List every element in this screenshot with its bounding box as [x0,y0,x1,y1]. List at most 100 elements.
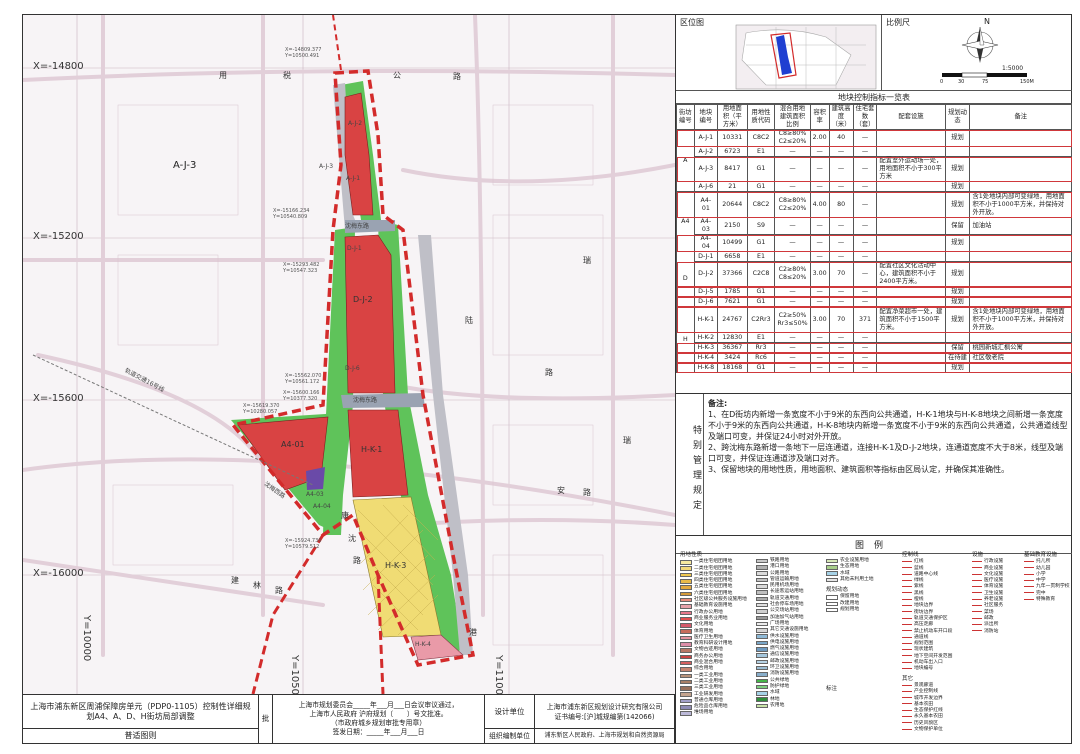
legend-swatch [902,636,912,640]
cell-area: 18168 [717,362,748,373]
legend-swatch [680,705,692,710]
cell-note [969,129,1072,147]
cell-units: — [852,342,878,353]
legend-swatch [902,598,912,602]
legend-mark-col: 标注 [826,686,837,693]
cell-dyn: 规划 [944,362,971,373]
legend-swatch [902,567,912,570]
table-row[interactable]: D-J-5 1785 G1— — — — 规划 [676,286,1072,297]
parcel-hk3[interactable]: H-K-3 [385,561,406,570]
table-row[interactable]: A A-J-1 10331 C8C2 C8≥80% C2≤20% 2.00 40— 规划 [676,129,1072,192]
cell-units: — [852,362,878,373]
legend-swatch [972,560,982,564]
scale-box: 比例尺 N 1:5000 0 30 75 150M [882,15,1072,91]
cell-h: — [828,342,854,353]
cell-dyn: 保留 [944,217,971,235]
cell-block: D [676,251,695,307]
table-row[interactable]: H-K-3 36367 Rr3— — — — 保留 桃园新城汇枫公寓 [676,342,1072,353]
scale-tick-0: 0 [940,79,944,85]
table-row[interactable]: A-J-3 8417 G1— — — — 配置室外运动场一处，用地面积不小于300平方米 规划 [676,156,1072,182]
legend-swatch [680,610,692,616]
legend-swatch [756,691,768,696]
table-row[interactable]: D-J-6 7621 G1— — — — 规划 [676,296,1072,307]
parcel-a4-04[interactable]: A4-04 [313,503,331,510]
legend-swatch [972,611,982,614]
cell-area: 10499 [717,234,748,252]
parcel-aj3-west[interactable]: A-J-3 [173,160,196,171]
parcel-dj6[interactable]: D-J-6 [345,365,360,372]
parcel-hk1[interactable]: H-K-1 [361,445,382,454]
cell-code: C8C2 [746,191,776,218]
cell-note [969,261,1072,287]
cell-fac [876,234,946,252]
table-row[interactable]: A4 A4-01 20644 C8C2 C8≥80% C2≤20% 4.00 80— 规划 含1… [676,191,1072,252]
road-ruian-2: 安 [557,486,565,495]
legend-label: 特殊教育 [1036,597,1056,603]
cell-area: 6658 [717,251,748,262]
cell-note: 桃园新城汇枫公寓 [969,342,1072,353]
th-far: 容积率 [809,104,830,130]
th-dynamic: 规划动态 [944,104,971,130]
parcel-aj2[interactable]: A-J-2 [348,120,362,127]
cell-note: 含1处地块内部可变绿地，用地面积不小于1000平方米，并保持对外开放。 [969,306,1072,333]
cell-far: — [809,234,830,252]
parcel-hk4[interactable]: H-K-4 [415,641,431,648]
legend-facility-col: 设施 行政设施 商业设施 文化设施 医疗设施 体育设施 卫生设施 养老设施 社区服务 菜场 邮政派… [972,552,1003,635]
cell-id: H-K-2 [693,332,719,343]
cell-h: — [828,362,854,373]
cell-note [969,181,1072,192]
cell-dyn: 规划 [944,156,971,182]
legend-swatch [1024,579,1034,583]
cell-far: — [809,146,830,157]
cell-code: G1 [746,181,776,192]
parcel-aj1[interactable]: A-J-1 [346,175,360,182]
cell-area: 12830 [717,332,748,343]
cell-area: 7621 [717,296,748,307]
legend-swatch [826,595,838,600]
cell-code: G1 [746,362,776,373]
legend-swatch [756,697,768,702]
table-row[interactable]: D D-J-1 6658 E1— — — — [676,251,1072,307]
table-row[interactable]: A-J-2 6723 E1— — — — [677,146,1072,157]
coord-label-1: X=-14809.377 Y=10500.491 [285,47,322,59]
legend-swatch [756,634,768,639]
cell-h: 40 [828,129,854,147]
cell-dyn [944,332,971,343]
table-row[interactable]: H-K-8 18168 G1— — — — 规划 [676,362,1072,373]
legend-swatch [826,577,838,583]
parcel-a4-01[interactable]: A4-01 [281,440,305,449]
info-panel: 区位图 比例尺 N 1:5000 0 30 75 150M 地块控制指标一览表 … [675,15,1072,743]
parcel-dj2[interactable]: D-J-2 [353,295,373,304]
design-unit-box: 上海市浦东新区规划设计研究有限公司 证书编号:[沪]城规编第(142066) [535,695,675,729]
legend-swatch [680,642,692,647]
parcel-aj3[interactable]: A-J-3 [319,163,333,170]
table-row[interactable]: A4-03 2150 S9— — — — 保留 加油站 [677,217,1072,235]
parcel-a4-03[interactable]: A4-03 [306,491,324,498]
table-row[interactable]: A4-04 10499 G1— — — — 规划 [676,234,1072,252]
table-row[interactable]: A-J-6 21 G1— — — — 规划 [677,181,1072,192]
th-height: 建筑高度（米） [828,104,854,130]
cell-note [969,251,1072,262]
table-row[interactable]: H-K-2 12830 E1— — — — [677,332,1072,343]
table-row[interactable]: H H-K-1 24767 C2Rr3 C2≥50% Rr3≤50% 3.00 70 371 配… [676,306,1072,373]
approval-line-3: （市政府城乡规划审批专用章） [330,719,427,727]
land-use-map[interactable]: X=-14800 X=-15200 X=-15600 X=-16000 Y=10… [23,15,675,694]
coord-label-3: X=-15293.482 Y=10547.323 [283,262,320,274]
cell-area: 1785 [717,286,748,297]
table-row[interactable]: H-K-4 3424 Rc6— — — — 在待建 社区敬老院 [676,352,1072,363]
table-row[interactable]: D-J-2 37366 C2C8 C2≥80% C8≤20% 3.00 70— 配置社区文化… [676,261,1072,287]
legend-swatch [680,692,692,697]
cell-dyn: 规划 [944,296,971,307]
cell-units: — [852,181,878,192]
cell-dyn: 规划 [944,234,971,252]
legend-swatch [972,586,982,589]
legend-swatch [902,709,912,713]
legend-swatch [680,579,692,584]
cell-units: — [852,156,878,182]
grid-label-x3: X=-15600 [33,393,84,404]
table-header-row: 街坊编号 地块编号 用地面积（平方米） 用地性质代码 混合用地建筑面积比例 容积… [676,104,1072,130]
design-label: 设计单位 [485,695,535,729]
parcel-dj1[interactable]: D-J-1 [347,245,362,252]
cell-area: 24767 [717,306,748,333]
legend-swatch [680,660,692,666]
